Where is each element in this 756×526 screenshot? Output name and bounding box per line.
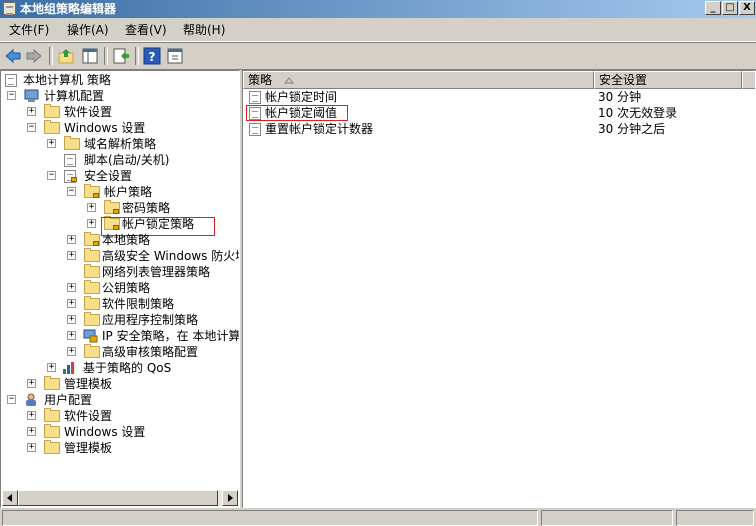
status-bar	[0, 508, 756, 526]
folder-icon	[44, 424, 60, 438]
lock-icon	[113, 209, 119, 214]
folder-icon	[64, 136, 80, 150]
window-title: 本地组策略编辑器	[20, 2, 117, 16]
expand-icon[interactable]: +	[47, 363, 56, 372]
lock-icon	[71, 177, 77, 182]
minimize-button[interactable]: _	[705, 1, 721, 15]
column-header-setting[interactable]: 安全设置	[594, 71, 742, 89]
export-list-icon[interactable]	[112, 47, 130, 65]
collapse-icon[interactable]: −	[67, 187, 76, 196]
script-icon	[64, 154, 76, 167]
scroll-thumb[interactable]	[18, 490, 218, 506]
folder-icon	[84, 296, 100, 310]
expand-icon[interactable]: +	[67, 315, 76, 324]
expand-icon[interactable]: +	[27, 411, 36, 420]
lock-icon	[93, 193, 99, 198]
column-header-policy[interactable]: 策略	[243, 71, 594, 89]
expand-icon[interactable]: +	[67, 331, 76, 340]
menu-action[interactable]: 操作(A)	[67, 22, 109, 38]
status-cell-2	[541, 510, 673, 526]
properties-icon[interactable]	[166, 47, 184, 65]
show-hide-tree-icon[interactable]	[81, 47, 99, 65]
app-icon	[3, 2, 16, 15]
user-icon	[24, 393, 40, 411]
scroll-left-button[interactable]	[2, 490, 18, 506]
collapse-icon[interactable]: −	[7, 395, 16, 404]
toolbar-separator	[135, 47, 139, 65]
status-cell-3	[676, 510, 754, 526]
folder-icon	[84, 248, 100, 262]
horizontal-scrollbar[interactable]	[2, 490, 238, 506]
column-header-empty	[742, 71, 755, 89]
expand-icon[interactable]: +	[67, 299, 76, 308]
sort-ascending-icon	[284, 77, 294, 84]
collapse-icon[interactable]: −	[7, 91, 16, 100]
status-cell-main	[2, 510, 538, 526]
policy-item-icon	[249, 123, 261, 136]
tree-pane[interactable]: 本地计算机 策略 − 计算机配置 + 软件设置 − Windows 设置 + 域…	[0, 70, 240, 508]
expand-icon[interactable]: +	[67, 251, 76, 260]
up-folder-icon[interactable]	[57, 47, 75, 65]
highlight-box	[246, 105, 348, 121]
expand-icon[interactable]: +	[27, 427, 36, 436]
computer-icon	[24, 89, 40, 107]
toolbar-separator	[49, 47, 53, 65]
folder-icon	[84, 264, 100, 278]
list-pane[interactable]: 策略 安全设置 帐户锁定时间 30 分钟 帐户锁定阈值 10 次无效登录 重置帐…	[242, 70, 756, 508]
menu-help[interactable]: 帮助(H)	[183, 22, 225, 38]
policy-item-icon	[249, 91, 261, 104]
expand-icon[interactable]: +	[67, 347, 76, 356]
folder-icon	[44, 104, 60, 118]
list-row[interactable]: 帐户锁定时间 30 分钟	[247, 89, 747, 105]
policy-doc-icon	[5, 74, 17, 87]
expand-icon[interactable]: +	[67, 235, 76, 244]
expand-icon[interactable]: +	[27, 107, 36, 116]
expand-icon[interactable]: +	[47, 139, 56, 148]
lock-icon	[93, 241, 99, 246]
folder-icon	[44, 408, 60, 422]
folder-icon	[44, 120, 60, 134]
collapse-icon[interactable]: −	[27, 123, 36, 132]
folder-icon	[44, 376, 60, 390]
forward-arrow-icon[interactable]	[25, 47, 43, 65]
maximize-button[interactable]: □	[722, 1, 738, 15]
folder-icon	[84, 280, 100, 294]
toolbar: ?	[0, 42, 756, 70]
folder-icon	[84, 312, 100, 326]
toolbar-separator	[104, 47, 108, 65]
menu-file[interactable]: 文件(F)	[9, 22, 49, 38]
menu-bar: 文件(F) 操作(A) 查看(V) 帮助(H)	[0, 19, 756, 42]
folder-icon	[44, 440, 60, 454]
expand-icon[interactable]: +	[87, 203, 96, 212]
svg-text:?: ?	[149, 50, 156, 64]
expand-icon[interactable]: +	[27, 443, 36, 452]
list-row[interactable]: 重置帐户锁定计数器 30 分钟之后	[247, 121, 747, 137]
title-bar: 本地组策略编辑器 _ □ X	[0, 0, 756, 18]
menu-view[interactable]: 查看(V)	[125, 22, 167, 38]
close-button[interactable]: X	[739, 1, 755, 15]
back-arrow-icon[interactable]	[4, 47, 22, 65]
folder-icon	[84, 344, 100, 358]
expand-icon[interactable]: +	[67, 283, 76, 292]
collapse-icon[interactable]: −	[47, 171, 56, 180]
help-icon[interactable]: ?	[143, 47, 161, 65]
scroll-right-button[interactable]	[222, 490, 238, 506]
expand-icon[interactable]: +	[87, 219, 96, 228]
expand-icon[interactable]: +	[27, 379, 36, 388]
